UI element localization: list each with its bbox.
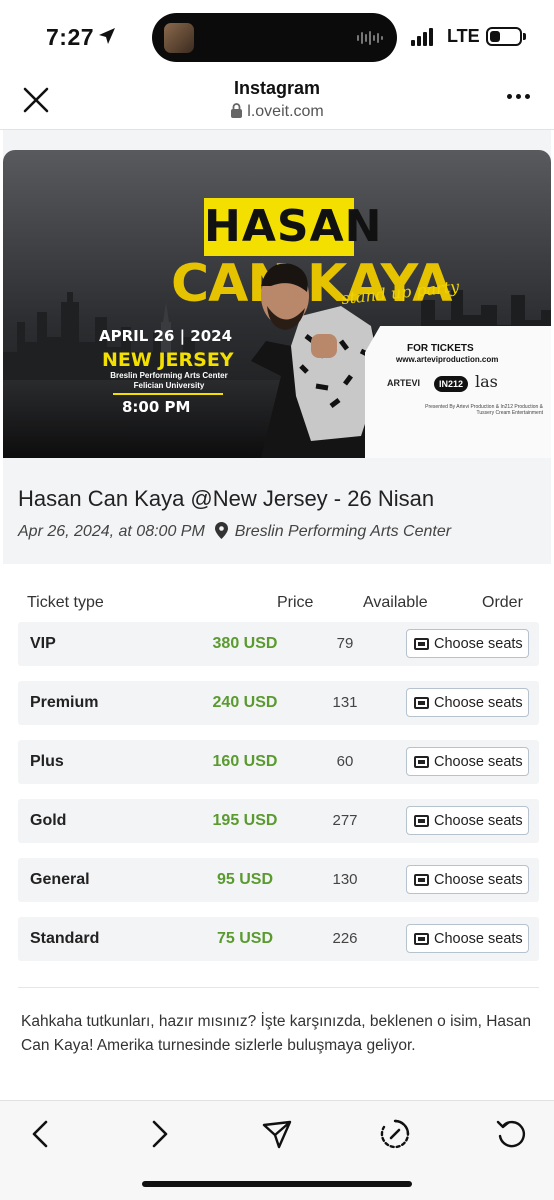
ticket-row: General 95 USD 130 Choose seats — [18, 858, 539, 902]
network-type: LTE — [447, 26, 480, 46]
choose-seats-button[interactable]: Choose seats — [406, 806, 529, 835]
header-available: Available — [363, 594, 428, 611]
compass-icon[interactable] — [378, 1117, 412, 1151]
ticket-price: 380 USD — [212, 635, 278, 652]
banner-date: APRIL 26 | 2024 — [99, 327, 233, 345]
back-icon[interactable] — [24, 1117, 58, 1151]
ticket-row: VIP 380 USD 79 Choose seats — [18, 622, 539, 666]
cellular-signal-icon — [411, 28, 433, 46]
banner-time: 8:00 PM — [122, 398, 191, 416]
in212-logo: IN212 — [434, 376, 468, 392]
ticket-icon — [414, 873, 429, 886]
ticket-type: Standard — [30, 930, 100, 947]
tickets-card: Ticket type Price Available Order VIP 38… — [3, 564, 551, 1100]
ticket-type: Plus — [30, 753, 64, 770]
in-app-browser-header: Instagram l.oveit.com — [0, 72, 554, 130]
ticket-available: 277 — [332, 812, 358, 829]
share-icon[interactable] — [260, 1117, 294, 1151]
ticket-icon — [414, 814, 429, 827]
tickets-url: www.arteviproduction.com — [396, 355, 499, 364]
lock-icon — [231, 103, 243, 118]
ticket-price: 195 USD — [212, 812, 278, 829]
banner-university: Felician University — [133, 381, 205, 390]
event-meta: Apr 26, 2024, at 08:00 PM Breslin Perfor… — [18, 522, 451, 541]
forward-icon[interactable] — [142, 1117, 176, 1151]
ticket-row: Premium 240 USD 131 Choose seats — [18, 681, 539, 725]
battery-tip — [523, 33, 526, 40]
header-ticket-type: Ticket type — [27, 594, 104, 611]
map-pin-icon — [215, 522, 229, 539]
ticket-row: Standard 75 USD 226 Choose seats — [18, 917, 539, 961]
ticket-available: 130 — [332, 871, 358, 888]
ticket-available: 79 — [336, 635, 354, 652]
ticket-price: 95 USD — [216, 871, 274, 888]
banner-rule — [113, 393, 223, 395]
las-logo: las — [475, 372, 498, 391]
dynamic-island[interactable] — [152, 13, 397, 62]
ticket-type: General — [30, 871, 90, 888]
presented-by: Presented By Artevi Production & In212 P… — [425, 404, 543, 416]
ticket-icon — [414, 696, 429, 709]
ticket-available: 60 — [336, 753, 354, 770]
audio-wave-icon — [357, 31, 383, 45]
event-venue[interactable]: Breslin Performing Arts Center — [235, 523, 451, 540]
ticket-price: 75 USD — [216, 930, 274, 947]
ticket-icon — [414, 932, 429, 945]
choose-seats-button[interactable]: Choose seats — [406, 629, 529, 658]
banner-venue: Breslin Performing Arts Center — [110, 371, 228, 380]
location-arrow-icon — [99, 28, 115, 44]
status-bar: 7:27 LTE — [0, 0, 554, 72]
ticket-row: Plus 160 USD 60 Choose seats — [18, 740, 539, 784]
ticket-icon — [414, 637, 429, 650]
event-datetime: Apr 26, 2024, at 08:00 PM — [18, 523, 205, 540]
browser-url-row: l.oveit.com — [0, 103, 554, 121]
web-page[interactable]: HASAN CAN KAYA stand up party APRIL 26 |… — [0, 130, 554, 1100]
tickets-label: FOR TICKETS — [407, 343, 474, 354]
choose-seats-label: Choose seats — [434, 635, 523, 652]
choose-seats-button[interactable]: Choose seats — [406, 924, 529, 953]
browser-url: l.oveit.com — [247, 103, 324, 120]
ticket-type: VIP — [30, 635, 56, 652]
more-icon[interactable] — [507, 94, 530, 99]
header-price: Price — [277, 594, 314, 611]
ticket-icon — [414, 755, 429, 768]
section-divider — [18, 987, 539, 988]
choose-seats-label: Choose seats — [434, 694, 523, 711]
choose-seats-label: Choose seats — [434, 753, 523, 770]
choose-seats-label: Choose seats — [434, 930, 523, 947]
event-description: Kahkaha tutkunları, hazır mısınız? İşte … — [21, 1013, 532, 1054]
choose-seats-button[interactable]: Choose seats — [406, 747, 529, 776]
header-order: Order — [482, 594, 523, 611]
event-title: Hasan Can Kaya @New Jersey - 26 Nisan — [18, 486, 435, 511]
choose-seats-label: Choose seats — [434, 871, 523, 888]
artevi-logo: ARTEVI — [387, 378, 421, 388]
choose-seats-button[interactable]: Choose seats — [406, 865, 529, 894]
banner-city: NEW JERSEY — [102, 349, 234, 371]
status-time: 7:27 — [46, 24, 95, 50]
battery-icon — [486, 27, 522, 46]
home-indicator[interactable] — [142, 1181, 412, 1187]
event-banner: HASAN CAN KAYA stand up party APRIL 26 |… — [3, 150, 551, 458]
ticket-type: Gold — [30, 812, 67, 829]
ticket-row: Gold 195 USD 277 Choose seats — [18, 799, 539, 843]
browser-title: Instagram — [233, 78, 321, 98]
ticket-available: 226 — [332, 930, 358, 947]
ticket-available: 131 — [332, 694, 358, 711]
now-playing-avatar — [164, 23, 194, 53]
choose-seats-label: Choose seats — [434, 812, 523, 829]
reload-icon[interactable] — [495, 1117, 529, 1151]
ticket-type: Premium — [30, 694, 99, 711]
choose-seats-button[interactable]: Choose seats — [406, 688, 529, 717]
ticket-price: 160 USD — [212, 753, 278, 770]
ticket-price: 240 USD — [212, 694, 278, 711]
